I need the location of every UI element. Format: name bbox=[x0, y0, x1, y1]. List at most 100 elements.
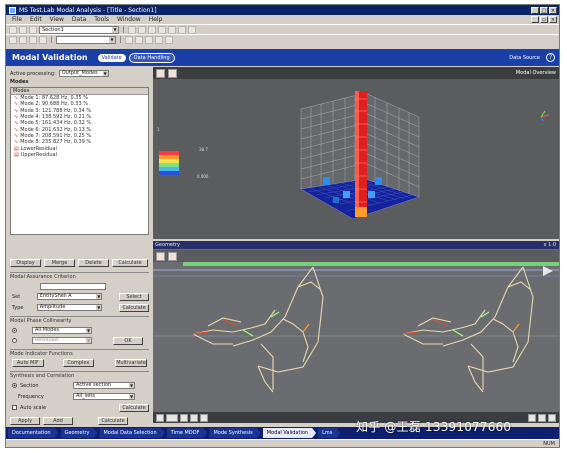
mpc-residual-radio[interactable] bbox=[12, 338, 17, 343]
mac-diagonal-bar bbox=[355, 91, 367, 217]
mpc-modes-select[interactable]: All Modes ▼ bbox=[32, 326, 92, 334]
workflow-step-time-mdof[interactable]: Time MDOF bbox=[167, 428, 208, 438]
help-icon[interactable]: ? bbox=[546, 53, 555, 62]
geometry-view[interactable]: Geometry x 1.0 bbox=[153, 241, 559, 423]
synthesis-section-radio[interactable] bbox=[12, 383, 17, 388]
menu-file[interactable]: File bbox=[12, 16, 22, 23]
maximize-icon[interactable]: □ bbox=[540, 6, 548, 14]
menu-tools[interactable]: Tools bbox=[94, 16, 109, 23]
mac-set-select[interactable]: EntityShell A ▼ bbox=[36, 293, 103, 300]
print-icon[interactable] bbox=[158, 25, 166, 34]
speed-icon[interactable] bbox=[166, 413, 178, 422]
menu-help[interactable]: Help bbox=[149, 16, 163, 23]
workflow-step-geometry[interactable]: Geometry bbox=[61, 428, 98, 438]
fit-icon[interactable] bbox=[165, 35, 173, 44]
merge-button[interactable]: Merge bbox=[44, 259, 75, 267]
app-icon bbox=[9, 6, 16, 14]
playhead-icon bbox=[543, 266, 553, 276]
minimize-icon[interactable]: _ bbox=[531, 6, 539, 14]
new-file-icon[interactable] bbox=[9, 25, 17, 34]
complex-mif-button[interactable]: Complex bbox=[62, 359, 95, 367]
synthesis-section-select[interactable]: Active section ▼ bbox=[73, 382, 135, 389]
progress-strip bbox=[183, 262, 559, 266]
workflow-step-mode-synthesis[interactable]: Mode Synthesis bbox=[209, 428, 260, 438]
open-folder-icon[interactable] bbox=[19, 25, 27, 34]
pan-icon[interactable] bbox=[29, 35, 37, 44]
undo-icon[interactable] bbox=[168, 25, 176, 34]
next-frame-icon[interactable] bbox=[538, 413, 546, 422]
data-source-link[interactable]: Data Source bbox=[509, 55, 540, 61]
redo-icon[interactable] bbox=[178, 25, 186, 34]
add-button[interactable]: Add bbox=[43, 417, 73, 425]
menu-data[interactable]: Data bbox=[72, 16, 86, 23]
save-icon[interactable] bbox=[29, 25, 37, 34]
loop-icon[interactable] bbox=[200, 413, 208, 422]
bottom-calculate-button[interactable]: Calculate bbox=[98, 417, 128, 425]
apply-button[interactable]: Apply bbox=[10, 417, 40, 425]
window-title: MS Test.Lab Modal Analysis - [Title - Se… bbox=[19, 6, 157, 14]
zoom-icon[interactable] bbox=[19, 35, 27, 44]
app-window: MS Test.Lab Modal Analysis - [Title - Se… bbox=[5, 4, 560, 448]
workflow-step-documentation[interactable]: Documentation bbox=[8, 428, 59, 438]
measure-icon[interactable] bbox=[156, 68, 165, 78]
section-combo[interactable]: Section1 ▼ bbox=[39, 25, 119, 34]
geometry-view-title-bar: Geometry x 1.0 bbox=[153, 241, 559, 249]
auto-scale-checkbox[interactable] bbox=[12, 405, 17, 410]
auto-mif-button[interactable]: Auto MIF bbox=[12, 359, 44, 367]
paste-icon[interactable] bbox=[148, 25, 156, 34]
chevron-down-icon: ▼ bbox=[96, 305, 102, 310]
mac-select-button[interactable]: Select bbox=[119, 292, 149, 301]
menu-edit[interactable]: Edit bbox=[30, 16, 42, 23]
list-item[interactable]: ▤ UpperResidual bbox=[11, 152, 148, 158]
reset-view-icon[interactable] bbox=[168, 68, 177, 78]
axis-icon[interactable] bbox=[145, 35, 153, 44]
doc-minimize-icon[interactable]: _ bbox=[531, 16, 539, 23]
synthesis-frequency-select[interactable]: All_sets ▼ bbox=[73, 393, 135, 400]
mpc-residual-select[interactable]: Residuals ▼ bbox=[32, 337, 92, 344]
mac-section: Modal Assurance Criterion Set EntityShel… bbox=[10, 272, 149, 313]
menu-view[interactable]: View bbox=[50, 16, 64, 23]
display-button[interactable]: Display bbox=[10, 259, 41, 267]
prev-frame-icon[interactable] bbox=[528, 413, 536, 422]
rotate-icon[interactable] bbox=[39, 35, 47, 44]
stop-icon[interactable] bbox=[168, 251, 177, 261]
mac-calculate-button[interactable]: Calculate bbox=[119, 303, 149, 312]
mac-type-select[interactable]: Amplitude ▼ bbox=[36, 304, 103, 311]
calculate-button[interactable]: Calculate bbox=[112, 259, 148, 267]
section-combo-value: Section1 bbox=[42, 26, 64, 33]
processing-select[interactable]: Output_Modes ▼ bbox=[58, 70, 109, 77]
cursor-icon[interactable] bbox=[125, 35, 133, 44]
help-pointer-icon[interactable] bbox=[188, 25, 196, 34]
view3d-overview-label: Modal Overview bbox=[515, 70, 556, 76]
workflow-step-modal-validation[interactable]: Modal Validation bbox=[263, 428, 316, 438]
mac-3d-view[interactable]: Modal Overview 38.7 0.000 1 bbox=[153, 67, 559, 239]
end-frame-icon[interactable] bbox=[548, 413, 556, 422]
delete-button[interactable]: Delete bbox=[78, 259, 109, 267]
modes-list[interactable]: Modes ∿ Mode 1: 87.628 Hz, 0.35 % ∿ Mode 2… bbox=[10, 87, 149, 235]
mac-name-field[interactable] bbox=[40, 282, 106, 290]
workflow-step-lms[interactable]: Lms bbox=[318, 428, 340, 438]
mpc-ok-button[interactable]: OK bbox=[113, 336, 143, 345]
cut-icon[interactable] bbox=[128, 25, 136, 34]
synthesis-calculate-button[interactable]: Calculate bbox=[119, 403, 149, 412]
modes-list-header[interactable]: Modes bbox=[11, 88, 148, 95]
select-icon[interactable] bbox=[9, 35, 17, 44]
tab-data-handling[interactable]: Data Handling bbox=[128, 52, 175, 63]
axis-label: 1 bbox=[157, 127, 160, 132]
display-combo[interactable]: ▼ bbox=[56, 35, 116, 44]
grid-icon[interactable] bbox=[135, 35, 143, 44]
workflow-step-modal-data-selection[interactable]: Modal Data Selection bbox=[99, 428, 164, 438]
mpc-all-radio[interactable] bbox=[12, 327, 17, 333]
step-back-icon[interactable] bbox=[180, 413, 188, 422]
doc-restore-icon[interactable]: ▫ bbox=[540, 16, 548, 23]
tab-validate[interactable]: Validate bbox=[97, 53, 126, 62]
animate-icon[interactable] bbox=[156, 251, 165, 261]
legend-icon[interactable] bbox=[155, 35, 163, 44]
multivariate-mif-button[interactable]: Multivariate bbox=[115, 359, 147, 367]
close-icon[interactable]: × bbox=[549, 6, 557, 14]
menu-window[interactable]: Window bbox=[117, 16, 141, 23]
play-icon[interactable] bbox=[156, 413, 164, 422]
doc-close-icon[interactable]: × bbox=[549, 16, 557, 23]
copy-icon[interactable] bbox=[138, 25, 146, 34]
step-forward-icon[interactable] bbox=[190, 413, 198, 422]
